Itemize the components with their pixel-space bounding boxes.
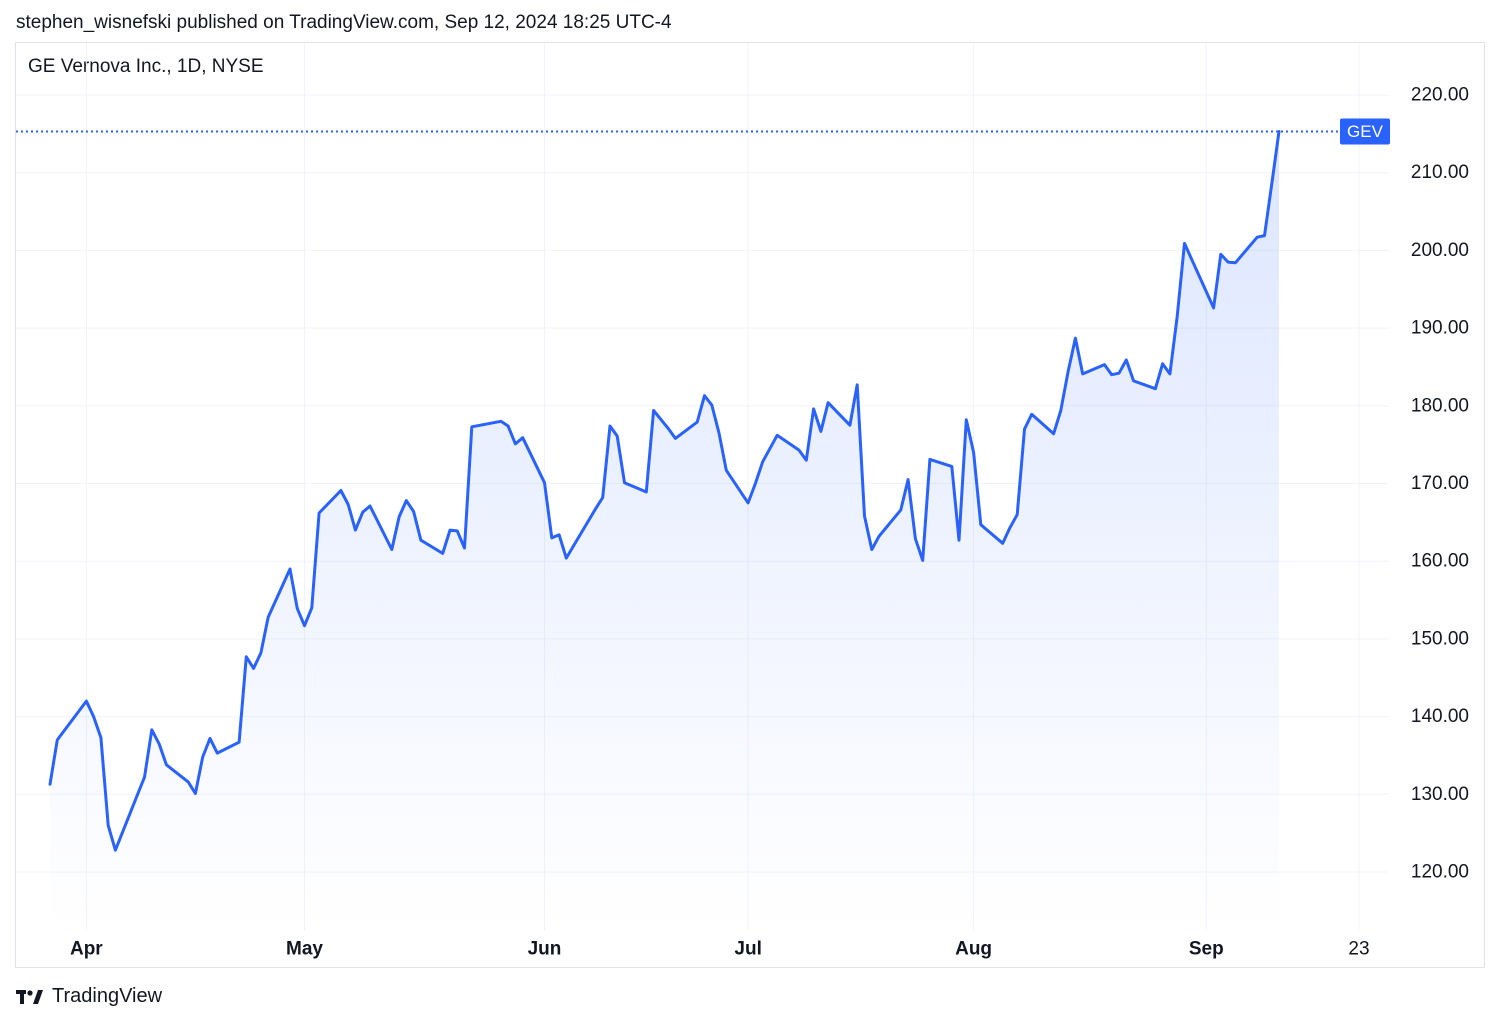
y-tick-label: 210.00 (1411, 162, 1469, 183)
x-tick-label: Aug (955, 939, 992, 960)
y-tick-label: 150.00 (1411, 628, 1469, 649)
last-price-label-text: GEV (1347, 122, 1384, 141)
footer-brand: TradingView (52, 985, 163, 1007)
x-tick-label: Sep (1189, 939, 1224, 960)
y-tick-label: 120.00 (1411, 862, 1469, 883)
y-tick-label: 180.00 (1411, 395, 1469, 416)
x-tick-label: May (286, 939, 323, 960)
y-tick-label: 140.00 (1411, 706, 1469, 727)
footer: TradingView (16, 985, 162, 1008)
y-tick-label: 160.00 (1411, 551, 1469, 572)
x-tick-label: Apr (70, 939, 103, 960)
x-tick-label: Jun (528, 939, 562, 960)
y-tick-label: 170.00 (1411, 473, 1469, 494)
price-area-fill (50, 131, 1279, 930)
x-tick-label: Jul (734, 939, 761, 960)
tradingview-logo-icon (16, 989, 43, 1004)
x-tick-label: 23 (1348, 939, 1369, 960)
y-tick-label: 200.00 (1411, 240, 1469, 261)
y-tick-label: 130.00 (1411, 784, 1469, 805)
last-price-label: GEV (1340, 118, 1390, 145)
y-tick-label: 220.00 (1411, 85, 1469, 106)
price-chart[interactable]: 120.00 130.00 140.00 150.00 160.00 170.00 180.… (0, 0, 1500, 1023)
y-tick-label: 190.00 (1411, 318, 1469, 339)
